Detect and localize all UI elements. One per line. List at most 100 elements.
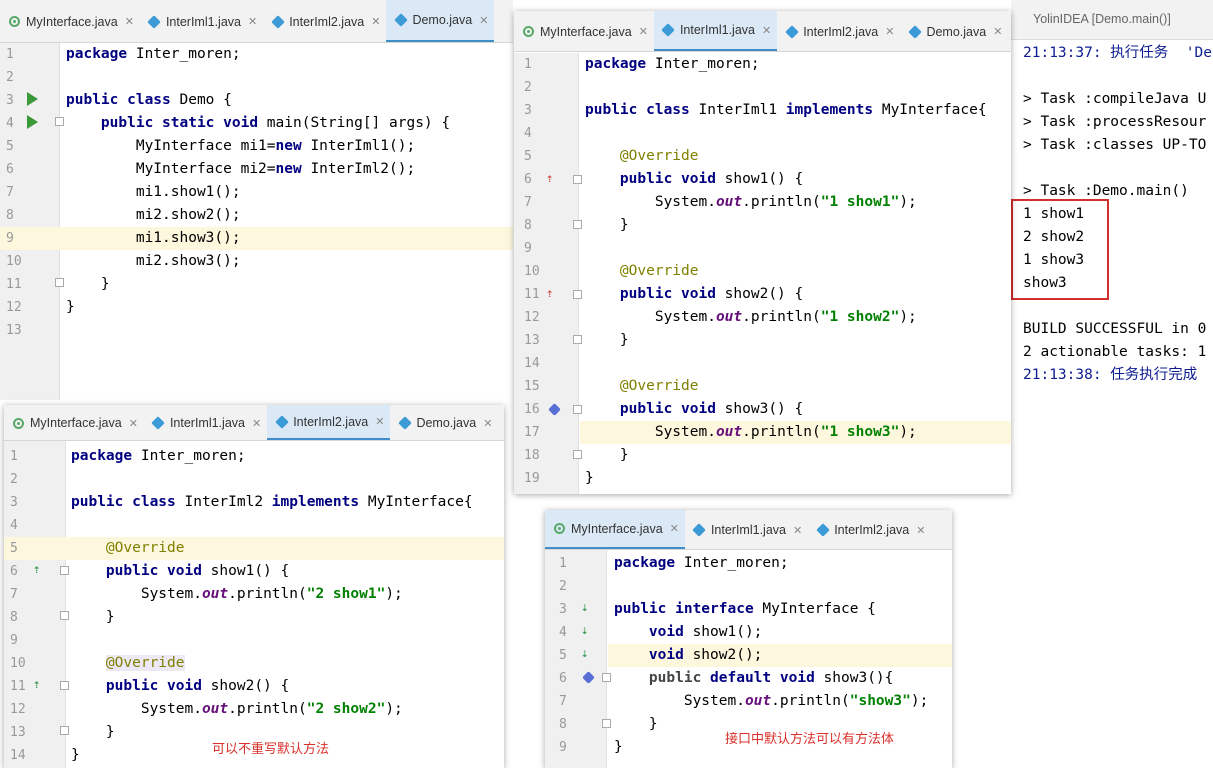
close-icon[interactable]: ✕ xyxy=(762,24,771,37)
tab-demo[interactable]: Demo.java ✕ xyxy=(386,0,495,42)
tab-label: InterIml1.java xyxy=(710,523,786,537)
code-line: 7 System.out.println("show3"); xyxy=(559,693,929,709)
run-console: YolinIDEA [Demo.main()] 21:13:37: 执行任务 '… xyxy=(1011,0,1213,768)
tab-bar: MyInterface.java ✕ InterIml1.java ✕ InterIml… xyxy=(545,510,952,550)
class-icon xyxy=(398,416,412,430)
class-icon xyxy=(692,523,707,537)
close-icon[interactable]: ✕ xyxy=(885,25,894,38)
close-icon[interactable]: ✕ xyxy=(129,417,138,430)
class-icon xyxy=(784,24,799,39)
close-icon[interactable]: ✕ xyxy=(793,524,802,537)
code-area[interactable]: 1 package Inter_moren; 2 3 public class In… xyxy=(4,445,504,767)
code-line: 10 mi2.show3(); xyxy=(6,253,241,269)
close-icon[interactable]: ✕ xyxy=(125,15,134,28)
code-line: 19} xyxy=(524,470,594,486)
code-line: 4 xyxy=(10,518,18,533)
tab-myinterface[interactable]: MyInterface.java ✕ xyxy=(4,405,144,440)
code-line: 8 mi2.show2(); xyxy=(6,207,241,223)
tab-label: MyInterface.java xyxy=(540,24,632,39)
code-line: 3 public interface MyInterface { xyxy=(559,601,876,617)
code-line: 7 mi1.show1(); xyxy=(6,184,241,200)
code-line: 4 void show1(); xyxy=(559,624,763,640)
tab-bar: MyInterface.java ✕ InterIml1.java ✕ InterIml… xyxy=(0,0,513,43)
tab-label: InterIml2.java xyxy=(834,523,910,537)
tab-interiml2[interactable]: InterIml2.java ✕ xyxy=(267,405,391,440)
annotation-note: 可以不重写默认方法 xyxy=(212,742,330,757)
code-line: 8 } xyxy=(10,609,115,625)
code-area[interactable]: 1 package Inter_moren; 2 3 public class In… xyxy=(514,53,1011,490)
console-title: YolinIDEA [Demo.main()] xyxy=(1011,0,1213,40)
code-line: 8 } xyxy=(524,217,629,233)
close-icon[interactable]: ✕ xyxy=(916,524,925,537)
tab-interiml1[interactable]: InterIml1.java ✕ xyxy=(653,11,778,51)
code-line: 9 xyxy=(10,633,18,648)
tab-interiml1[interactable]: InterIml1.java ✕ xyxy=(140,0,263,42)
close-icon[interactable]: ✕ xyxy=(371,15,380,28)
tab-label: MyInterface.java xyxy=(30,416,122,430)
console-title-text: YolinIDEA [Demo.main()] xyxy=(1033,12,1171,26)
close-icon[interactable]: ✕ xyxy=(483,417,492,430)
code-area[interactable]: 1 package Inter_moren; 2 3 public class De… xyxy=(0,43,513,342)
console-line: BUILD SUCCESSFUL in 0 xyxy=(1023,321,1207,337)
close-icon[interactable]: ✕ xyxy=(479,14,488,27)
tab-label: Demo.java xyxy=(412,13,473,27)
interface-icon xyxy=(8,15,21,28)
editor-myinterface: MyInterface.java ✕ InterIml1.java ✕ InterIml… xyxy=(545,510,952,768)
tab-label: InterIml2.java xyxy=(289,14,365,29)
class-icon xyxy=(147,14,162,29)
code-line: 3 public class InterIml2 implements MyInt… xyxy=(10,494,473,510)
code-line: 2 xyxy=(524,80,532,95)
interface-icon xyxy=(12,417,25,430)
annotation-note: 接口中默认方法可以有方法体 xyxy=(725,732,895,747)
console-line: > Task :processResour xyxy=(1023,114,1207,130)
tab-label: InterIml2.java xyxy=(293,414,369,429)
tab-label: MyInterface.java xyxy=(26,14,118,29)
tab-myinterface[interactable]: MyInterface.java ✕ xyxy=(514,11,654,51)
code-line: 1 package Inter_moren; xyxy=(10,448,246,464)
code-line: 12} xyxy=(6,299,75,315)
close-icon[interactable]: ✕ xyxy=(252,417,261,430)
close-icon[interactable]: ✕ xyxy=(248,15,257,28)
tab-label: InterIml1.java xyxy=(679,23,755,37)
console-line: 21:13:37: 执行任务 'De xyxy=(1023,45,1212,61)
tab-label: Demo.java xyxy=(416,416,477,430)
code-line: 14 xyxy=(524,356,540,371)
tab-label: InterIml1.java xyxy=(169,416,245,430)
tab-myinterface[interactable]: MyInterface.java ✕ xyxy=(545,510,685,549)
tab-interiml2[interactable]: InterIml2.java ✕ xyxy=(808,510,931,549)
editor-interiml1: MyInterface.java ✕ InterIml1.java ✕ InterIml… xyxy=(514,11,1011,494)
tab-interiml1[interactable]: InterIml1.java ✕ xyxy=(144,405,267,440)
tab-demo[interactable]: Demo.java ✕ xyxy=(900,11,1008,51)
tab-interiml1[interactable]: InterIml1.java ✕ xyxy=(685,510,808,549)
code-line: 18 } xyxy=(524,447,629,463)
code-line: 3 public class InterIml1 implements MyInt… xyxy=(524,102,987,118)
code-line: 12 System.out.println("1 show2"); xyxy=(524,309,917,325)
code-line-current: 5 @Override xyxy=(4,537,504,560)
close-icon[interactable]: ✕ xyxy=(375,415,384,428)
tab-interiml2[interactable]: InterIml2.java ✕ xyxy=(263,0,386,42)
class-icon xyxy=(661,23,676,37)
code-line-current: 5 void show2(); xyxy=(545,644,952,667)
close-icon[interactable]: ✕ xyxy=(639,25,648,38)
code-line: 10 @Override xyxy=(10,655,185,671)
editor-demo: MyInterface.java ✕ InterIml1.java ✕ InterIml… xyxy=(0,0,513,400)
code-line: 12 System.out.println("2 show2"); xyxy=(10,701,403,717)
class-icon xyxy=(274,414,289,429)
close-icon[interactable]: ✕ xyxy=(670,522,679,535)
code-line: 9 xyxy=(524,241,532,256)
tab-label: Demo.java xyxy=(926,24,987,39)
code-line: 4 public static void main(String[] args)… xyxy=(6,115,451,131)
close-icon[interactable]: ✕ xyxy=(993,25,1002,38)
tab-bar: MyInterface.java ✕ InterIml1.java ✕ InterIml… xyxy=(514,11,1011,52)
tab-label: InterIml1.java xyxy=(165,14,241,29)
code-line: 2 xyxy=(10,472,18,487)
code-line: 7 System.out.println("2 show1"); xyxy=(10,586,403,602)
class-icon xyxy=(815,523,830,537)
code-line: 6 public default void show3(){ xyxy=(559,670,894,686)
tab-myinterface[interactable]: MyInterface.java ✕ xyxy=(0,0,140,42)
class-icon xyxy=(151,416,166,430)
code-line: 5 @Override xyxy=(524,148,699,164)
code-line: 10 @Override xyxy=(524,263,699,279)
tab-interiml2[interactable]: InterIml2.java ✕ xyxy=(777,11,900,51)
tab-demo[interactable]: Demo.java ✕ xyxy=(390,405,498,440)
